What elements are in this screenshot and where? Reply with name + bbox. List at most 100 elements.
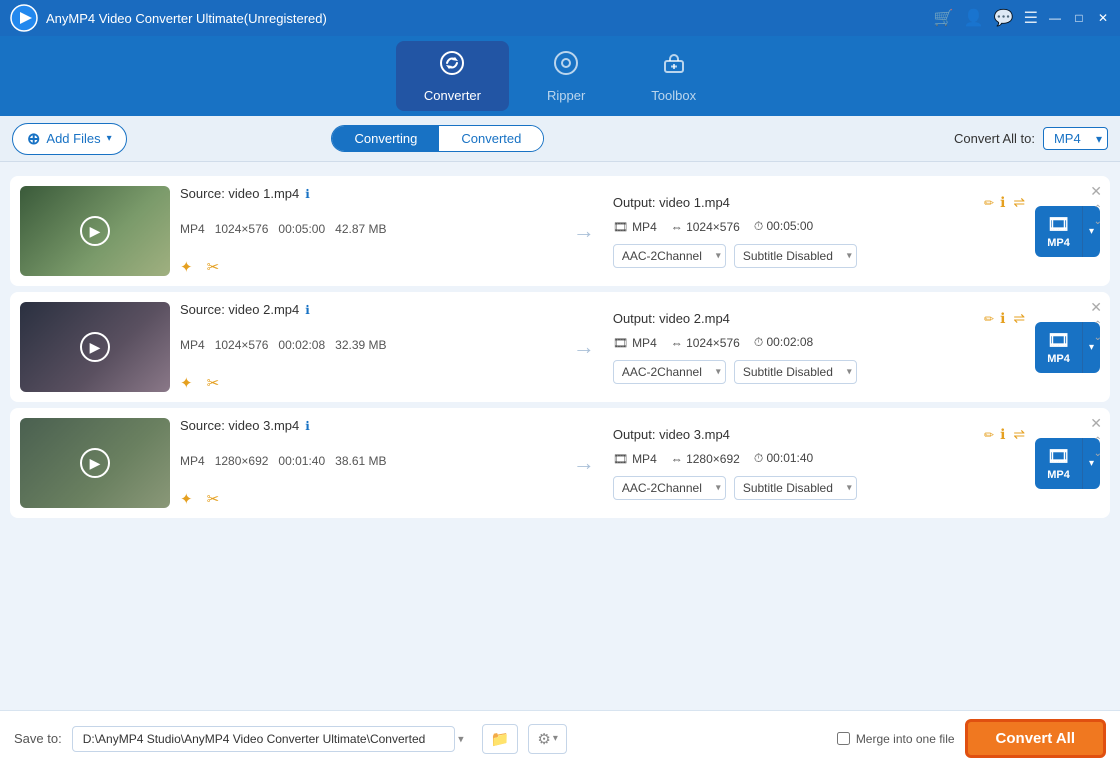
settings-button[interactable]: ⚙ ▾ [528, 724, 566, 754]
output-panel-1: Output: video 1.mp4 ✏ ℹ ⇌ 🎞 MP4 ⇔ 1024×5… [613, 186, 1025, 276]
file-meta-1: MP4 1024×576 00:05:00 42.87 MB [180, 222, 555, 236]
converter-icon [438, 49, 466, 84]
ripper-icon [552, 49, 580, 84]
subtitle-select-1[interactable]: Subtitle Disabled [734, 244, 857, 268]
file-actions-1: ✦ ✂ [180, 258, 555, 276]
output-selects-3: AAC-2Channel Subtitle Disabled [613, 476, 1025, 500]
output-icons-1: ℹ ⇌ [1000, 194, 1025, 211]
move-down-icon-1[interactable]: ⌄ [1094, 216, 1102, 227]
remove-button-2[interactable]: ✕ [1090, 300, 1102, 314]
nav-item-ripper[interactable]: Ripper [519, 41, 613, 111]
output-info-icon-2[interactable]: ℹ [1000, 310, 1005, 327]
output-selects-1: AAC-2Channel Subtitle Disabled [613, 244, 1025, 268]
scissors-icon-2[interactable]: ✂ [207, 374, 220, 392]
scissors-icon-1[interactable]: ✂ [207, 258, 220, 276]
audio-select-3[interactable]: AAC-2Channel [613, 476, 726, 500]
play-button-1[interactable]: ▶ [80, 216, 110, 246]
edit-icon-1[interactable]: ✏ [984, 196, 994, 210]
play-button-3[interactable]: ▶ [80, 448, 110, 478]
output-header-3: Output: video 3.mp4 ✏ ℹ ⇌ [613, 426, 1025, 443]
file-actions-3: ✦ ✂ [180, 490, 555, 508]
gear-icon: ⚙ [537, 730, 550, 748]
item-nav-1: ⌃ ⌄ [1094, 204, 1102, 227]
output-title-3: Output: video 3.mp4 [613, 427, 978, 442]
clip-icon-1[interactable]: ✦ [180, 258, 193, 276]
file-actions-2: ✦ ✂ [180, 374, 555, 392]
nav-item-converter[interactable]: Converter [396, 41, 509, 111]
minimize-button[interactable]: — [1048, 11, 1062, 25]
convert-format-select[interactable]: MP4 MKV AVI [1043, 127, 1108, 150]
info-icon-3[interactable]: ℹ [305, 419, 310, 433]
move-down-icon-3[interactable]: ⌄ [1094, 448, 1102, 459]
merge-checkbox[interactable] [837, 732, 850, 745]
clip-icon-2[interactable]: ✦ [180, 374, 193, 392]
convert-all-button[interactable]: Convert All [965, 719, 1106, 758]
edit-icon-3[interactable]: ✏ [984, 428, 994, 442]
nav-item-toolbox[interactable]: Toolbox [623, 41, 724, 111]
output-sliders-icon-3[interactable]: ⇌ [1013, 426, 1025, 443]
output-details-3: 🎞 MP4 ⇔ 1280×692 ⏱ 00:01:40 [613, 451, 1025, 466]
output-format-badge-3: 🎞 MP4 [613, 452, 657, 466]
move-up-icon-1[interactable]: ⌃ [1094, 204, 1102, 215]
cart-icon[interactable]: 🛒 [934, 8, 954, 28]
audio-select-wrap-2: AAC-2Channel [613, 360, 726, 384]
file-thumbnail-3: ▶ [20, 418, 170, 508]
remove-button-1[interactable]: ✕ [1090, 184, 1102, 198]
nav-ripper-label: Ripper [547, 88, 585, 103]
bottom-bar: Save to: D:\AnyMP4 Studio\AnyMP4 Video C… [0, 710, 1120, 766]
output-sliders-icon-1[interactable]: ⇌ [1013, 194, 1025, 211]
output-sliders-icon-2[interactable]: ⇌ [1013, 310, 1025, 327]
arrow-separator-2: → [565, 334, 603, 360]
subtitle-select-3[interactable]: Subtitle Disabled [734, 476, 857, 500]
close-button[interactable]: ✕ [1096, 11, 1110, 25]
audio-select-2[interactable]: AAC-2Channel [613, 360, 726, 384]
move-up-icon-3[interactable]: ⌃ [1094, 436, 1102, 447]
format-label-3: MP4 [1047, 469, 1070, 481]
menu-icon[interactable]: ☰ [1024, 8, 1038, 28]
output-header-1: Output: video 1.mp4 ✏ ℹ ⇌ [613, 194, 1025, 211]
subtitle-select-2[interactable]: Subtitle Disabled [734, 360, 857, 384]
maximize-button[interactable]: □ [1072, 11, 1086, 25]
output-info-icon-1[interactable]: ℹ [1000, 194, 1005, 211]
nav-toolbox-label: Toolbox [651, 88, 696, 103]
audio-select-1[interactable]: AAC-2Channel [613, 244, 726, 268]
tab-converted[interactable]: Converted [439, 126, 543, 151]
audio-select-wrap-3: AAC-2Channel [613, 476, 726, 500]
output-header-2: Output: video 2.mp4 ✏ ℹ ⇌ [613, 310, 1025, 327]
output-selects-2: AAC-2Channel Subtitle Disabled [613, 360, 1025, 384]
format-button-1[interactable]: 🎞 MP4 [1035, 206, 1082, 257]
move-down-icon-2[interactable]: ⌄ [1094, 332, 1102, 343]
app-title: AnyMP4 Video Converter Ultimate(Unregist… [46, 11, 934, 26]
save-path-select[interactable]: D:\AnyMP4 Studio\AnyMP4 Video Converter … [72, 726, 455, 752]
browse-folder-button[interactable]: 📁 [482, 724, 519, 754]
play-button-2[interactable]: ▶ [80, 332, 110, 362]
file-list: ▶ Source: video 1.mp4 ℹ MP4 1024×576 00:… [0, 162, 1120, 710]
tab-converting[interactable]: Converting [332, 126, 439, 151]
nav-bar: Converter Ripper Toolbox [0, 36, 1120, 116]
add-files-button[interactable]: ⊕ Add Files ▾ [12, 123, 127, 155]
edit-icon-2[interactable]: ✏ [984, 312, 994, 326]
user-icon[interactable]: 👤 [964, 8, 984, 28]
format-button-3[interactable]: 🎞 MP4 [1035, 438, 1082, 489]
merge-label[interactable]: Merge into one file [856, 732, 955, 746]
format-button-2[interactable]: 🎞 MP4 [1035, 322, 1082, 373]
format-film-icon-3: 🎞 [1047, 446, 1070, 467]
subtitle-select-wrap-3: Subtitle Disabled [734, 476, 857, 500]
info-icon-2[interactable]: ℹ [305, 303, 310, 317]
scissors-icon-3[interactable]: ✂ [207, 490, 220, 508]
chat-icon[interactable]: 💬 [994, 8, 1014, 28]
nav-converter-label: Converter [424, 88, 481, 103]
audio-select-wrap-1: AAC-2Channel [613, 244, 726, 268]
format-btn-group-3: 🎞 MP4 ▾ [1035, 438, 1100, 489]
remove-button-3[interactable]: ✕ [1090, 416, 1102, 430]
file-info-2: Source: video 2.mp4 ℹ MP4 1024×576 00:02… [180, 302, 555, 392]
info-icon-1[interactable]: ℹ [305, 187, 310, 201]
format-btn-group-1: 🎞 MP4 ▾ [1035, 206, 1100, 257]
file-meta-3: MP4 1280×692 00:01:40 38.61 MB [180, 454, 555, 468]
output-info-icon-3[interactable]: ℹ [1000, 426, 1005, 443]
arrow-separator-1: → [565, 218, 603, 244]
output-format-badge-2: 🎞 MP4 [613, 336, 657, 350]
move-up-icon-2[interactable]: ⌃ [1094, 320, 1102, 331]
clip-icon-3[interactable]: ✦ [180, 490, 193, 508]
output-icons-3: ℹ ⇌ [1000, 426, 1025, 443]
